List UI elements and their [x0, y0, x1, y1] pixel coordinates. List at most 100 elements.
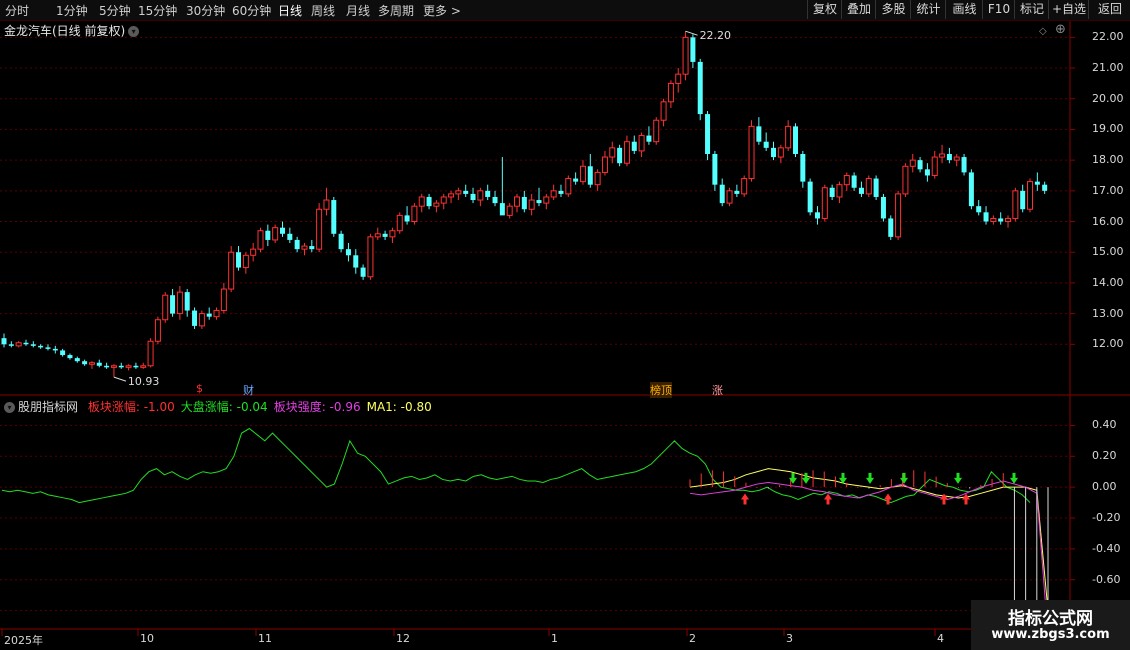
up-arrow-icon [962, 493, 970, 505]
event-marker[interactable]: $ [196, 382, 203, 395]
candle-body [228, 251, 235, 290]
price-axis-label: 15.00 [1092, 245, 1124, 259]
candle-body [67, 355, 73, 359]
event-marker[interactable]: 财 [243, 382, 254, 398]
candle-body [170, 295, 176, 314]
candle-body [705, 114, 711, 154]
candle-body [1042, 184, 1048, 191]
candle-body [477, 190, 484, 201]
candle-body [990, 217, 997, 223]
candle-body [242, 254, 249, 269]
candle-body [690, 37, 696, 62]
candle-body [550, 190, 557, 198]
indicator-axis-label: 0.40 [1092, 418, 1117, 432]
kline-chart[interactable]: 22.20 10.93 [0, 0, 1130, 650]
candle-body [771, 147, 777, 158]
candle-body [506, 205, 513, 216]
candle-body [140, 365, 147, 368]
candle-body [675, 73, 682, 84]
candle-body [961, 157, 967, 173]
candle-body [573, 178, 579, 182]
candle-body [250, 248, 257, 256]
candle-body [821, 187, 828, 219]
candle-body [528, 199, 535, 210]
candle-body [953, 156, 960, 161]
candle-body [404, 215, 410, 222]
candle-body [184, 292, 190, 311]
candle-body [865, 178, 872, 195]
candle-body [287, 233, 293, 240]
watermark-line2: www.zbgs3.com [991, 627, 1110, 642]
candle-body [15, 342, 22, 347]
candle-body [499, 203, 505, 216]
candle-body [162, 294, 169, 321]
candle-body [345, 249, 351, 256]
down-arrow-icon [954, 472, 962, 484]
candle-body [836, 184, 843, 198]
candle-body [367, 236, 374, 278]
candle-body [565, 178, 572, 195]
candle-body [198, 313, 205, 327]
down-arrow-icon [866, 472, 874, 484]
candle-body [712, 153, 718, 185]
candle-body [601, 156, 608, 173]
indicator-axis-label: -0.20 [1092, 511, 1121, 524]
candle-body [734, 190, 740, 194]
candle-body [646, 135, 652, 142]
candle-body [279, 227, 285, 234]
candle-body [609, 147, 616, 158]
candle-body [631, 141, 637, 151]
candle-body [939, 153, 946, 158]
candle-body [880, 196, 886, 219]
candle-body [946, 153, 952, 161]
candle-body [851, 175, 857, 188]
candle-body [924, 169, 930, 176]
price-axis-label: 20.00 [1092, 91, 1124, 105]
candle-body [983, 212, 989, 222]
event-marker[interactable]: 涨 [712, 382, 723, 398]
candle-body [909, 159, 916, 167]
candle-body [110, 365, 117, 368]
candle-body [741, 178, 748, 195]
candle-body [579, 165, 586, 183]
candle-body [1, 338, 7, 345]
time-axis-label: 11 [258, 632, 272, 645]
candle-body [382, 233, 388, 237]
candle-body [558, 190, 564, 194]
candle-body [660, 101, 667, 121]
candle-body [807, 181, 813, 213]
candle-body [389, 230, 396, 238]
candle-body [895, 193, 902, 238]
candle-body [38, 345, 44, 348]
candle-body [726, 190, 733, 204]
candle-body [843, 174, 850, 186]
candle-body [858, 187, 864, 194]
candle-body [448, 193, 455, 198]
candle-body [814, 212, 820, 219]
event-marker[interactable]: 榜顶 [650, 382, 672, 398]
price-axis-label: 18.00 [1092, 153, 1124, 167]
candle-body [206, 313, 212, 317]
candle-body [82, 361, 88, 365]
candle-body [1027, 181, 1034, 210]
candle-body [514, 196, 521, 207]
candle-body [623, 141, 630, 164]
candle-body [719, 184, 725, 204]
up-arrow-icon [824, 493, 832, 505]
candle-body [176, 291, 183, 315]
candle-body [338, 233, 344, 250]
down-arrow-icon [802, 472, 810, 484]
candle-body [617, 147, 623, 164]
candle-body [968, 172, 974, 207]
candle-body [976, 206, 982, 213]
candle-body [88, 362, 95, 365]
candle-body [594, 171, 601, 186]
time-axis-label: 3 [786, 632, 793, 645]
candle-body [323, 199, 330, 210]
candle-body [902, 165, 909, 195]
candle-body [220, 288, 227, 312]
candle-body [147, 340, 154, 367]
candle-body [492, 196, 498, 204]
candle-body [777, 147, 784, 158]
up-arrow-icon [741, 493, 749, 505]
